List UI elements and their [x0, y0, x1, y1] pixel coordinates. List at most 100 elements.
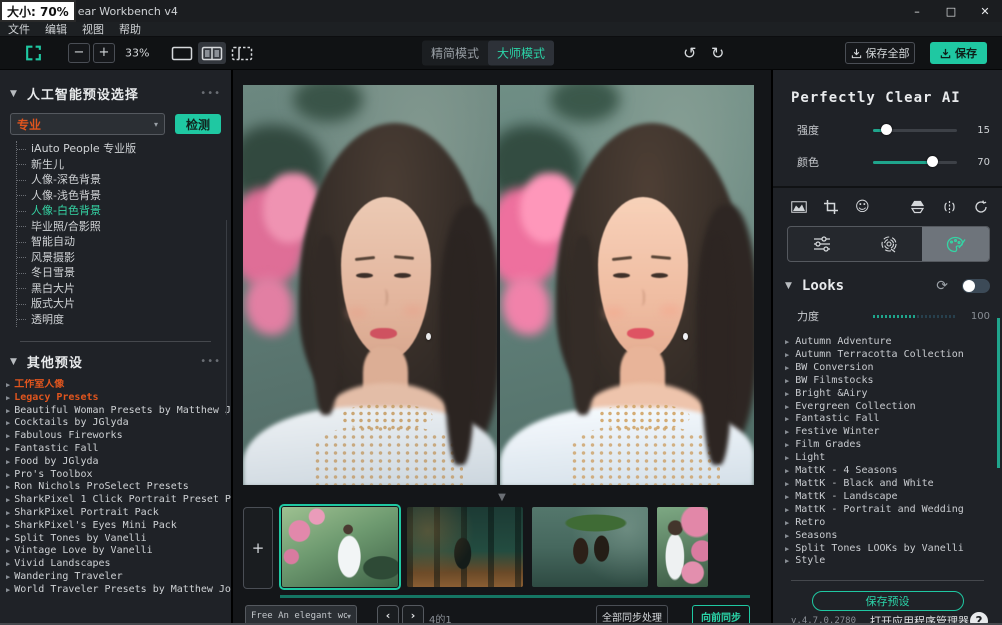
face-retouch-icon[interactable]: ☺: [855, 200, 870, 214]
looks-scrollbar[interactable]: [997, 318, 1000, 468]
undo-button[interactable]: ↺: [683, 44, 696, 63]
looks-enable-toggle[interactable]: [962, 279, 990, 293]
look-item[interactable]: ▶BW Conversion: [785, 362, 995, 375]
expand-arrow-icon[interactable]: ▶: [6, 471, 10, 479]
expand-arrow-icon[interactable]: ▶: [785, 454, 789, 462]
expand-arrow-icon[interactable]: ▶: [6, 394, 10, 402]
ai-preset-item[interactable]: 风景摄影: [17, 250, 206, 266]
tab-master-mode[interactable]: 大师模式: [488, 41, 554, 66]
other-preset-item[interactable]: ▶Vivid Landscapes: [6, 558, 231, 571]
expand-arrow-icon[interactable]: ▶: [785, 557, 789, 565]
section-menu-icon[interactable]: •••: [200, 88, 221, 99]
collapse-triangle-icon[interactable]: ▼: [10, 357, 17, 367]
tab-looks[interactable]: [922, 227, 989, 261]
look-item[interactable]: ▶Evergreen Collection: [785, 401, 995, 414]
look-item[interactable]: ▶Film Grades: [785, 439, 995, 452]
look-item[interactable]: ▶Autumn Terracotta Collection: [785, 349, 995, 362]
other-preset-item[interactable]: ▶Vintage Love by Vanelli: [6, 545, 231, 558]
other-preset-item[interactable]: ▶Fantastic Fall: [6, 443, 231, 456]
expand-arrow-icon[interactable]: ▶: [6, 483, 10, 491]
sync-forward-button[interactable]: 向前同步: [692, 605, 750, 625]
save-button[interactable]: 保存: [930, 42, 987, 64]
collapse-triangle-icon[interactable]: ▼: [785, 281, 792, 291]
ai-preset-item[interactable]: 版式大片: [17, 296, 206, 312]
maximize-button[interactable]: □: [934, 0, 968, 22]
thumbnail-1-selected[interactable]: [282, 507, 398, 587]
expand-arrow-icon[interactable]: ▶: [785, 390, 789, 398]
detect-button[interactable]: 检测: [175, 114, 221, 134]
other-preset-item[interactable]: ▶Cocktails by JGlyda: [6, 417, 231, 430]
expand-arrow-icon[interactable]: ▶: [6, 586, 10, 594]
look-item[interactable]: ▶Split Tones LOOKs by Vanelli: [785, 543, 995, 556]
expand-arrow-icon[interactable]: ▶: [6, 381, 10, 389]
expand-arrow-icon[interactable]: ▶: [6, 522, 10, 530]
look-item[interactable]: ▶MattK - Black and White: [785, 478, 995, 491]
ai-preset-item[interactable]: 人像-浅色背景: [17, 188, 206, 204]
ai-preset-item[interactable]: 人像-深色背景: [17, 172, 206, 188]
expand-arrow-icon[interactable]: ▶: [6, 445, 10, 453]
expand-arrow-icon[interactable]: ▶: [785, 467, 789, 475]
expand-arrow-icon[interactable]: ▶: [6, 547, 10, 555]
tab-fingerprint-retouch[interactable]: [855, 227, 922, 261]
save-all-button[interactable]: 保存全部: [845, 42, 915, 64]
sync-all-button[interactable]: 全部同步处理: [596, 605, 668, 625]
expand-arrow-icon[interactable]: ▶: [785, 415, 789, 423]
before-image[interactable]: [243, 85, 497, 485]
section-menu-icon[interactable]: •••: [200, 356, 221, 367]
zoom-in-button[interactable]: +: [93, 43, 115, 63]
add-photo-button[interactable]: +: [243, 507, 273, 589]
ai-preset-item[interactable]: 新生儿: [17, 157, 206, 173]
close-button[interactable]: ✕: [968, 0, 1002, 22]
tree-scrollbar[interactable]: [226, 220, 227, 415]
expand-arrow-icon[interactable]: ▶: [6, 407, 10, 415]
expand-arrow-icon[interactable]: ▶: [6, 432, 10, 440]
color-slider[interactable]: [873, 161, 957, 164]
other-preset-item[interactable]: ▶Legacy Presets: [6, 392, 231, 405]
previous-photo-button[interactable]: ‹: [377, 605, 399, 625]
expand-arrow-icon[interactable]: ▶: [6, 458, 10, 466]
expand-arrow-icon[interactable]: ▶: [6, 496, 10, 504]
look-item[interactable]: ▶Light: [785, 452, 995, 465]
look-item[interactable]: ▶Festive Winter: [785, 426, 995, 439]
other-preset-item[interactable]: ▶Pro's Toolbox: [6, 469, 231, 482]
strength-slider[interactable]: [873, 129, 957, 132]
collapse-triangle-icon[interactable]: ▼: [10, 89, 17, 99]
filmstrip-scrollbar[interactable]: [280, 595, 750, 598]
expand-arrow-icon[interactable]: ▶: [785, 506, 789, 514]
other-preset-item[interactable]: ▶Food by JGlyda: [6, 456, 231, 469]
minimize-button[interactable]: –: [900, 0, 934, 22]
ai-preset-dropdown[interactable]: 专业 ▾: [10, 113, 165, 135]
after-image[interactable]: [500, 85, 754, 485]
other-preset-item[interactable]: ▶工作室人像: [6, 379, 231, 392]
expand-arrow-icon[interactable]: ▶: [6, 535, 10, 543]
look-item[interactable]: ▶Bright &Airy: [785, 388, 995, 401]
look-item[interactable]: ▶MattK - 4 Seasons: [785, 465, 995, 478]
look-item[interactable]: ▶Style: [785, 555, 995, 568]
tab-simple-mode[interactable]: 精简模式: [422, 41, 488, 66]
look-item[interactable]: ▶Retro: [785, 517, 995, 530]
flip-vertical-icon[interactable]: [910, 200, 925, 214]
expand-arrow-icon[interactable]: ▶: [785, 480, 789, 488]
other-preset-item[interactable]: ▶Fabulous Fireworks: [6, 430, 231, 443]
app-manager-link[interactable]: 打开应用程序管理器: [870, 613, 969, 625]
reset-icon[interactable]: ⟳: [936, 278, 948, 294]
menu-item[interactable]: 帮助: [119, 21, 141, 37]
expand-arrow-icon[interactable]: ▶: [785, 377, 789, 385]
expand-arrow-icon[interactable]: ▶: [785, 545, 789, 553]
expand-arrow-icon[interactable]: ▶: [785, 428, 789, 436]
other-preset-item[interactable]: ▶SharkPixel Portrait Pack: [6, 507, 231, 520]
look-item[interactable]: ▶Seasons: [785, 530, 995, 543]
look-item[interactable]: ▶MattK - Landscape: [785, 491, 995, 504]
expand-arrow-icon[interactable]: ▶: [785, 532, 789, 540]
other-preset-item[interactable]: ▶World Traveler Presets by Matthew Jorda…: [6, 584, 231, 597]
rotate-icon[interactable]: [974, 200, 988, 214]
menu-item[interactable]: 编辑: [45, 21, 67, 37]
ai-preset-item[interactable]: 透明度: [17, 312, 206, 328]
expand-arrow-icon[interactable]: ▶: [6, 509, 10, 517]
ai-preset-item[interactable]: 冬日雪景: [17, 265, 206, 281]
ai-preset-item[interactable]: 黑白大片: [17, 281, 206, 297]
expand-arrow-icon[interactable]: ▶: [785, 493, 789, 501]
expand-arrow-icon[interactable]: ▶: [6, 560, 10, 568]
zoom-out-button[interactable]: −: [68, 43, 90, 63]
expand-arrow-icon[interactable]: ▶: [785, 403, 789, 411]
